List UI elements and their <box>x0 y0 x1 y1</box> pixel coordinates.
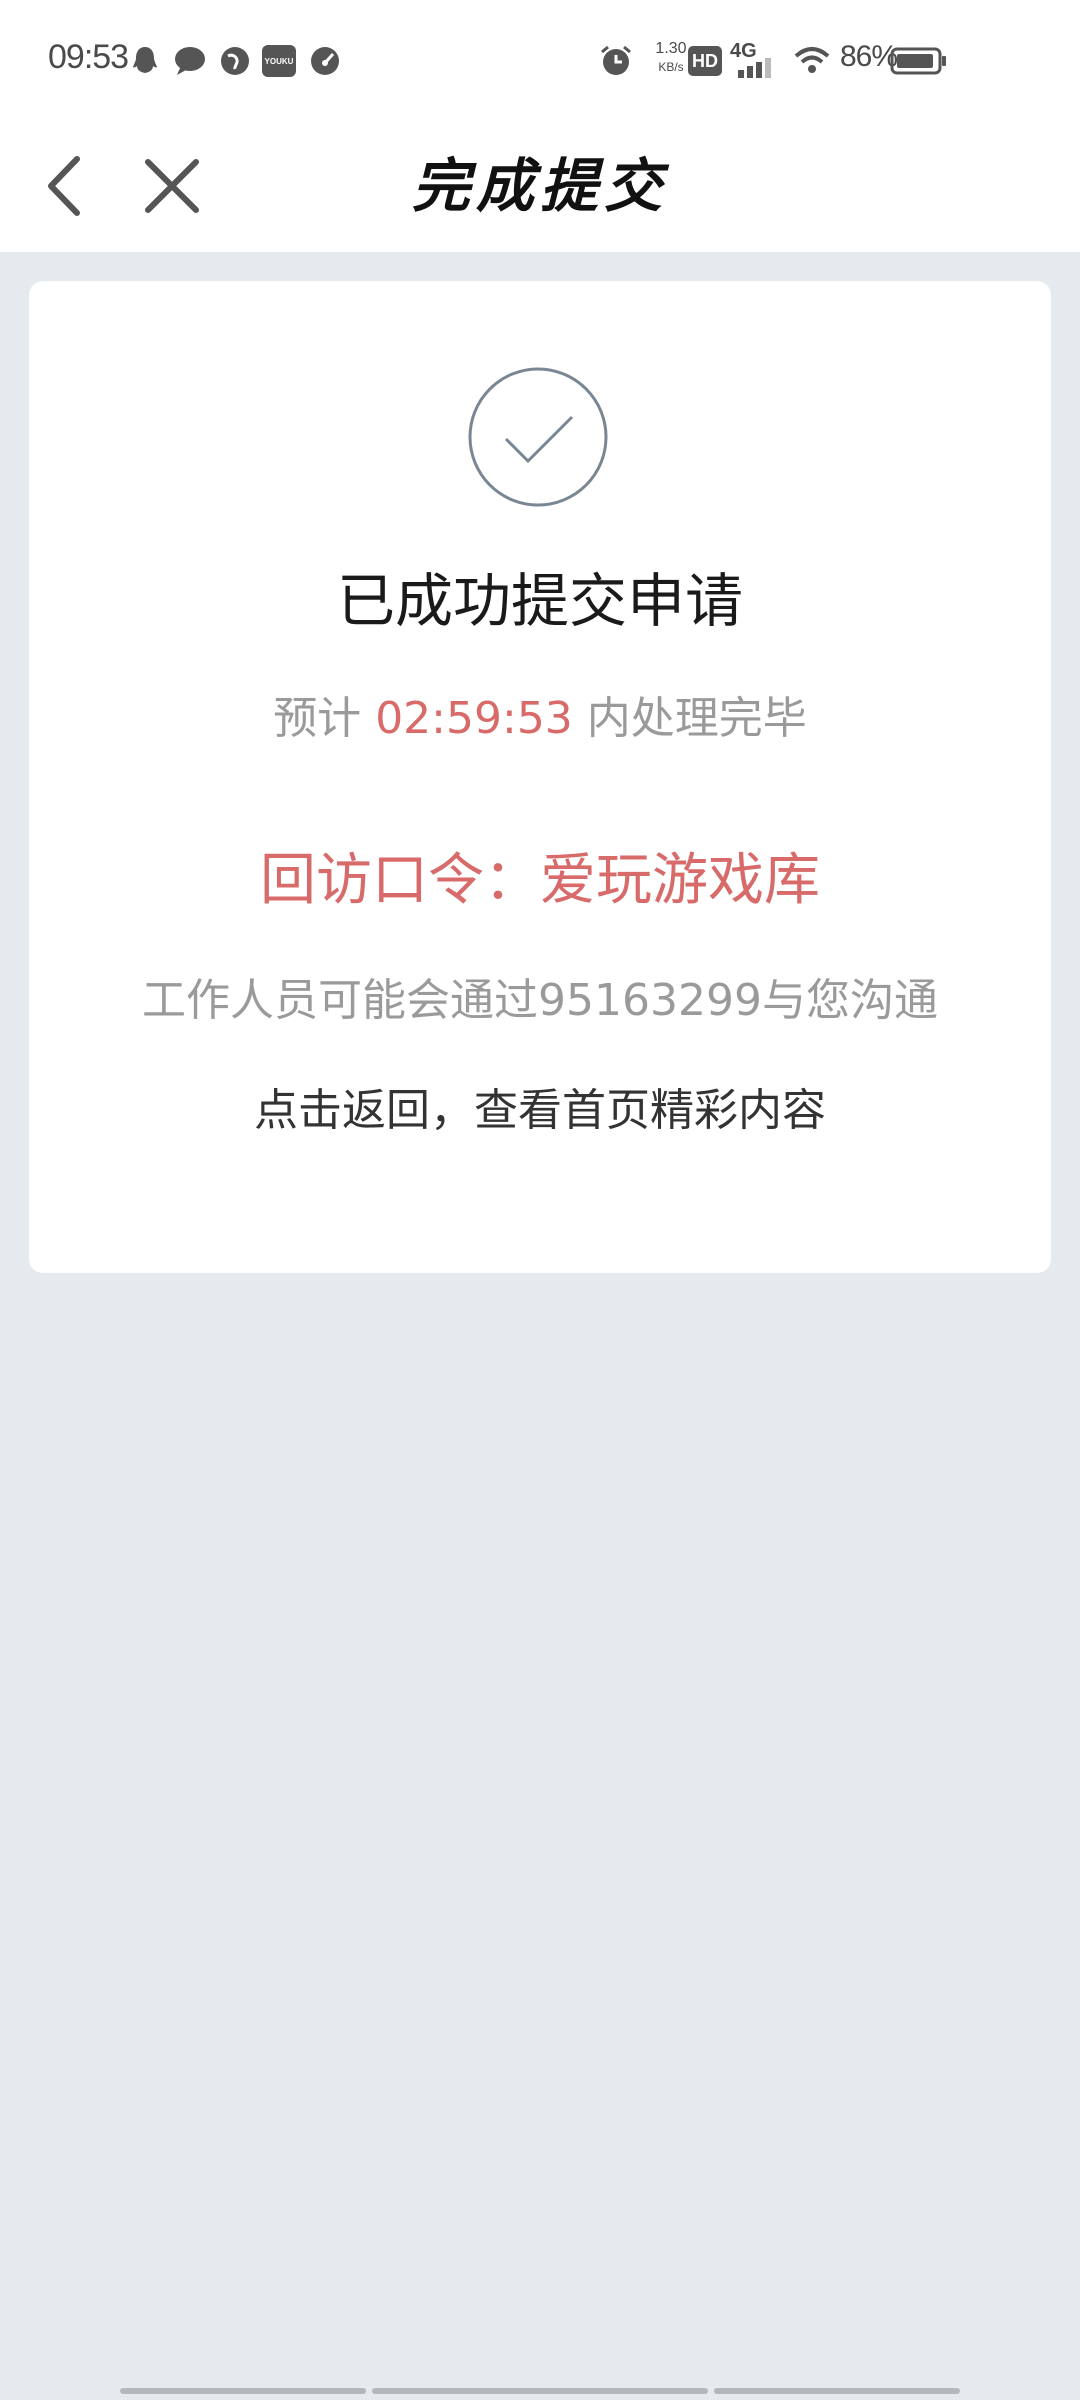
result-card: 已成功提交申请 预计 02:59:53 内处理完毕 回访口令：爱玩游戏库 工作人… <box>29 281 1051 1273</box>
gesture-bar-right[interactable] <box>714 2388 960 2394</box>
success-headline: 已成功提交申请 <box>336 567 743 635</box>
nav-bar: 完成提交 <box>0 120 1080 253</box>
message-icon <box>175 47 205 75</box>
callback-passcode: 回访口令：爱玩游戏库 <box>260 848 820 913</box>
status-bar: 09:53 YOUKU 1.30 KB/s HD 4G 86% <box>0 0 1080 120</box>
youku-label: YOUKU <box>264 56 294 66</box>
eta-countdown: 02:59:53 <box>375 693 573 744</box>
speedometer-icon <box>311 47 339 75</box>
battery-percent: 86% <box>840 40 898 73</box>
eta-prefix: 预计 <box>273 693 376 744</box>
alarm-icon <box>601 45 631 75</box>
page-title: 完成提交 <box>411 152 668 220</box>
gesture-bar-left[interactable] <box>120 2388 366 2394</box>
hd-icon: HD <box>688 46 722 76</box>
gesture-bar-center[interactable] <box>372 2388 708 2394</box>
back-to-home-link[interactable]: 点击返回，查看首页精彩内容 <box>29 1081 1051 1141</box>
eta-suffix: 内处理完毕 <box>572 693 807 744</box>
contact-notice: 工作人员可能会通过95163299与您沟通 <box>142 975 938 1026</box>
success-check-icon <box>468 367 608 507</box>
qq-icon <box>133 47 157 73</box>
browser-icon <box>221 47 249 75</box>
battery-icon <box>890 47 946 75</box>
status-time: 09:53 <box>48 38 129 76</box>
cell-signal-icon <box>738 58 771 78</box>
eta-line: 预计 02:59:53 内处理完毕 <box>29 689 1051 749</box>
wifi-icon <box>794 47 830 73</box>
hd-label: HD <box>692 50 718 71</box>
youku-icon: YOUKU <box>262 45 296 77</box>
